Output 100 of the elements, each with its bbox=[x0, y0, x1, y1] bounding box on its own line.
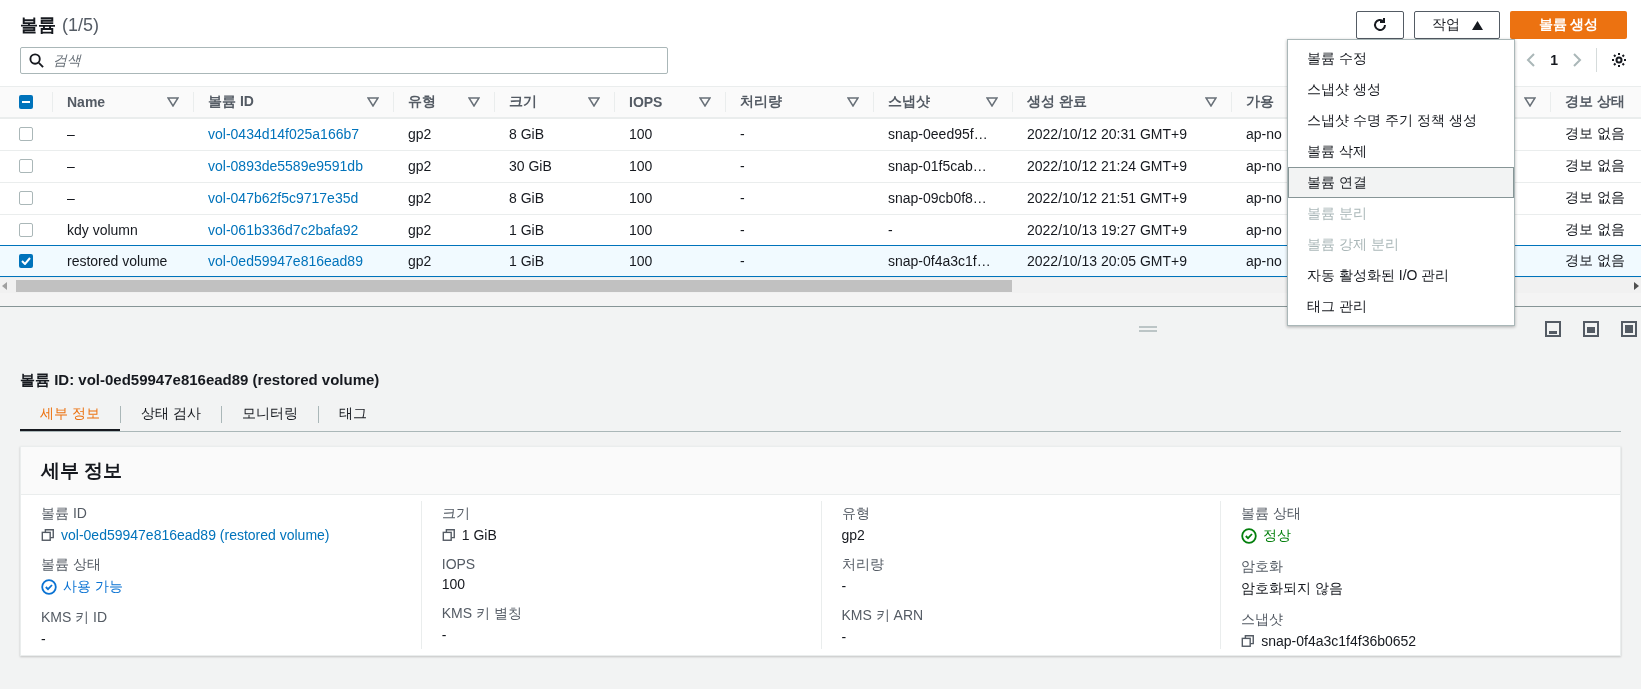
detail-title: 볼륨 ID: vol-0ed59947e816ead89 (restored volume) bbox=[20, 371, 381, 390]
table-cell-text: – bbox=[66, 126, 75, 142]
menu-item[interactable]: 볼륨 수정 bbox=[1288, 43, 1514, 74]
split-view-icon[interactable] bbox=[1621, 321, 1637, 337]
menu-item[interactable]: 볼륨 연결 bbox=[1288, 167, 1514, 198]
table-cell-text: 8 GiB bbox=[508, 126, 544, 142]
split-view-icon[interactable] bbox=[1545, 321, 1561, 337]
table-cell-text: 경보 없음 bbox=[1564, 125, 1625, 141]
page-number[interactable]: 1 bbox=[1550, 52, 1558, 68]
volume-link[interactable]: vol-0ed59947e816ead89 (restored volume) bbox=[61, 527, 330, 543]
scroll-right-icon[interactable] bbox=[1633, 281, 1639, 290]
field-value: - bbox=[41, 631, 46, 647]
filter-icon[interactable] bbox=[468, 97, 480, 107]
table-cell-text: - bbox=[739, 158, 745, 174]
row-checkbox[interactable] bbox=[19, 254, 33, 268]
caret-icon bbox=[1471, 20, 1483, 30]
filter-icon[interactable] bbox=[167, 97, 179, 107]
drag-handle-icon[interactable] bbox=[1138, 326, 1157, 332]
table-cell-text: 100 bbox=[628, 253, 653, 269]
table-cell-text: - bbox=[739, 222, 745, 238]
select-all-checkbox[interactable] bbox=[19, 95, 33, 109]
row-checkbox[interactable] bbox=[19, 191, 33, 205]
filter-icon[interactable] bbox=[367, 97, 379, 107]
row-checkbox[interactable] bbox=[19, 127, 33, 141]
field-value: - bbox=[841, 578, 847, 594]
table-cell-text: snap-09cb0f8… bbox=[887, 190, 987, 206]
detail-tab[interactable]: 모니터링 bbox=[221, 398, 318, 431]
volume-link[interactable]: vol-0ed59947e816ead89 bbox=[193, 253, 363, 269]
column-header[interactable]: Name bbox=[52, 92, 193, 112]
card-title: 세부 정보 bbox=[41, 458, 123, 483]
table-cell-text: ap-no bbox=[1245, 222, 1282, 238]
table-cell-text: 2022/10/13 20:05 GMT+9 bbox=[1026, 253, 1187, 269]
table-cell-text: 30 GiB bbox=[508, 158, 552, 174]
table-cell-text: 100 bbox=[628, 126, 653, 142]
copy-icon bbox=[41, 528, 55, 542]
table-cell-text: 1 GiB bbox=[508, 253, 544, 269]
field-label: 크기 bbox=[441, 505, 471, 523]
table-cell-text: 2022/10/12 21:24 GMT+9 bbox=[1026, 158, 1187, 174]
split-view-icon[interactable] bbox=[1583, 321, 1599, 337]
filter-icon[interactable] bbox=[1205, 97, 1217, 107]
volume-link[interactable]: vol-061b336d7c2bafa92 bbox=[193, 222, 359, 238]
table-cell-text: snap-0eed95f… bbox=[887, 126, 988, 142]
volume-link[interactable]: vol-0434d14f025a166b7 bbox=[193, 126, 360, 142]
menu-item[interactable]: 자동 활성화된 I/O 관리 bbox=[1288, 260, 1514, 291]
detail-tab[interactable]: 태그 bbox=[318, 398, 387, 431]
table-cell-text: 2022/10/13 19:27 GMT+9 bbox=[1026, 222, 1187, 238]
field-label: 볼륨 상태 bbox=[41, 556, 102, 574]
table-cell-text: gp2 bbox=[407, 253, 432, 269]
field-label: IOPS bbox=[441, 556, 477, 572]
table-cell-text: ap-no bbox=[1245, 190, 1282, 206]
settings-icon[interactable] bbox=[1611, 52, 1627, 68]
table-cell-text: 2022/10/12 20:31 GMT+9 bbox=[1026, 126, 1187, 142]
menu-item[interactable]: 스냅샷 생성 bbox=[1288, 74, 1514, 105]
filter-icon[interactable] bbox=[699, 97, 711, 107]
volume-link[interactable]: vol-0893de5589e9591db bbox=[193, 158, 363, 174]
search-icon bbox=[29, 52, 44, 68]
volume-link[interactable]: vol-047b62f5c9717e35d bbox=[193, 190, 359, 206]
filter-icon[interactable] bbox=[588, 97, 600, 107]
menu-item[interactable]: 태그 관리 bbox=[1288, 291, 1514, 322]
table-cell-text: – bbox=[66, 190, 75, 206]
table-cell-text: - bbox=[887, 222, 893, 238]
field-value: - bbox=[441, 627, 447, 643]
filter-icon[interactable] bbox=[986, 97, 998, 107]
column-header[interactable]: 유형 bbox=[393, 92, 494, 112]
field-label: 유형 bbox=[841, 505, 871, 523]
refresh-button[interactable] bbox=[1356, 11, 1404, 39]
actions-button[interactable]: 작업 bbox=[1414, 11, 1500, 39]
column-header[interactable]: IOPS bbox=[614, 92, 725, 112]
field-label: 볼륨 ID bbox=[41, 505, 88, 523]
table-cell-text: gp2 bbox=[407, 126, 432, 142]
field-value: snap-0f4a3c1f4f36b0652 bbox=[1261, 633, 1417, 649]
table-cell-text: 경보 없음 bbox=[1564, 252, 1625, 268]
table-cell-text: gp2 bbox=[407, 222, 432, 238]
minus-icon bbox=[22, 101, 30, 103]
filter-icon[interactable] bbox=[847, 97, 859, 107]
menu-item[interactable]: 볼륨 삭제 bbox=[1288, 136, 1514, 167]
table-cell-text: - bbox=[739, 253, 745, 269]
table-cell-text: ap-no bbox=[1245, 126, 1282, 142]
field-label: KMS 키 별칭 bbox=[441, 605, 523, 623]
column-header[interactable]: 볼륨 ID bbox=[193, 92, 393, 112]
field-value: gp2 bbox=[841, 527, 865, 543]
table-cell-text: 100 bbox=[628, 158, 653, 174]
status-text: 정상 bbox=[1263, 527, 1292, 545]
column-header[interactable]: 처리량 bbox=[725, 92, 873, 112]
search-field[interactable]: 검색 bbox=[20, 46, 668, 74]
page-title: 볼륨 bbox=[20, 14, 56, 37]
column-header[interactable]: 스냅샷 bbox=[873, 92, 1012, 112]
table-cell-text: - bbox=[739, 126, 745, 142]
field-label: KMS 키 ARN bbox=[841, 607, 925, 625]
menu-item[interactable]: 스냅샷 수명 주기 정책 생성 bbox=[1288, 105, 1514, 136]
table-cell-text: ap-no bbox=[1245, 253, 1282, 269]
row-checkbox[interactable] bbox=[19, 159, 33, 173]
filter-icon[interactable] bbox=[1524, 97, 1536, 107]
column-header[interactable]: 크기 bbox=[494, 92, 614, 112]
table-cell-text: gp2 bbox=[407, 190, 432, 206]
column-header[interactable]: 경보 상태 bbox=[1550, 92, 1641, 112]
table-cell-text: – bbox=[66, 158, 75, 174]
column-header[interactable]: 생성 완료 bbox=[1012, 92, 1231, 112]
row-checkbox[interactable] bbox=[19, 223, 33, 237]
detail-tab[interactable]: 상태 검사 bbox=[120, 398, 221, 431]
